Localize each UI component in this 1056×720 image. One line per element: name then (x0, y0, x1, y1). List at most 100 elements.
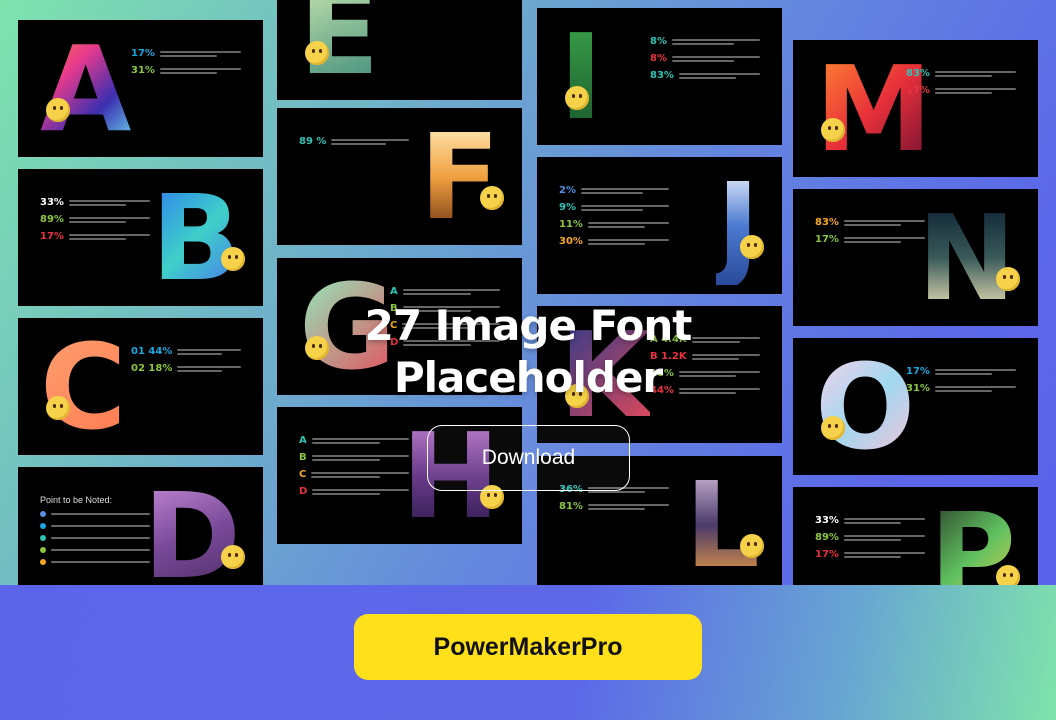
emoji-icon (480, 186, 504, 210)
stat-row: A (390, 286, 500, 297)
stat-value: 01 44% (131, 346, 173, 357)
bullet-row (40, 547, 150, 553)
placeholder-text (311, 454, 409, 461)
placeholder-text (934, 385, 1016, 392)
slide-stats: 17% 31% (906, 366, 1016, 394)
powermakerpro-button[interactable]: PowerMakerPro (354, 614, 702, 680)
stat-row: 89 % (299, 136, 409, 147)
stat-row: B (299, 452, 409, 463)
stat-row: 81% (559, 501, 669, 512)
bullet-dot (40, 547, 46, 553)
stat-row: 02 18% (131, 363, 241, 374)
bullet-dot (40, 511, 46, 517)
placeholder-text (587, 503, 669, 510)
slide-stats: % (390, 0, 500, 2)
slide-stats: 33% 89% 17% (815, 515, 925, 560)
stat-row: 83% (815, 217, 925, 228)
stat-row: 17% (815, 549, 925, 560)
download-button[interactable]: Download (427, 425, 630, 491)
emoji-icon (740, 534, 764, 558)
placeholder-text (580, 204, 669, 211)
stat-row: 17% (815, 234, 925, 245)
emoji-icon (221, 247, 245, 271)
stat-value: 89 % (299, 136, 327, 147)
slide-stats: ABCD (299, 435, 409, 497)
stat-value: 17% (815, 234, 839, 245)
stat-value: 31% (131, 65, 155, 76)
bullet-dot (40, 559, 46, 565)
image-font-letter: D (143, 467, 241, 604)
image-font-letter: N (917, 189, 1016, 326)
slide-heading: Point to be Noted: (40, 495, 113, 505)
stat-value: C (299, 469, 307, 480)
stat-value: 2% (559, 185, 576, 196)
slide-thumbnail-a[interactable]: A 17% 31% (18, 20, 263, 157)
stat-value: 17% (906, 85, 930, 96)
slide-thumbnail-b[interactable]: B 33% 89% 17% (18, 169, 263, 306)
stat-row: C (299, 469, 409, 480)
slide-thumbnail-o[interactable]: O 17% 31% (793, 338, 1038, 475)
stat-value: 8% (650, 36, 667, 47)
slide-thumbnail-d[interactable]: D Point to be Noted: (18, 467, 263, 604)
image-font-letter: B (151, 169, 241, 306)
stat-value: B (299, 452, 307, 463)
bullet-row (40, 535, 150, 541)
emoji-icon (996, 267, 1020, 291)
hero-title-line-1: 27 Image Font (364, 301, 693, 350)
placeholder-text (177, 348, 241, 355)
placeholder-text (311, 437, 409, 444)
stat-row: D (299, 486, 409, 497)
slide-thumbnail-i[interactable]: I 8% 8% 83% (537, 8, 782, 145)
stat-row: 89% (40, 214, 150, 225)
placeholder-text (843, 517, 925, 524)
bullet-dot (40, 535, 46, 541)
placeholder-text (177, 365, 241, 372)
slide-thumbnail-j[interactable]: J 2% 9% 11% 30% (537, 157, 782, 294)
stat-row: 17% (40, 231, 150, 242)
placeholder-text (51, 525, 150, 527)
stat-row: 83% (906, 68, 1016, 79)
placeholder-text (934, 87, 1016, 94)
stat-value: 11% (559, 219, 583, 230)
stat-row: 31% (131, 65, 241, 76)
slide-stats: 33% 89% 17% (40, 197, 150, 242)
slide-thumbnail-n[interactable]: N 83% 17% (793, 189, 1038, 326)
stat-row: 8% (650, 53, 760, 64)
slide-stats: 2% 9% 11% 30% (559, 185, 669, 247)
placeholder-text (580, 187, 669, 194)
placeholder-text (312, 488, 409, 495)
stat-row: 33% (815, 515, 925, 526)
stat-row: 8% (650, 36, 760, 47)
bullet-row (40, 559, 150, 565)
stat-value: 33% (815, 515, 839, 526)
slide-thumbnail-f[interactable]: F 89 % (277, 108, 522, 245)
placeholder-text (671, 55, 760, 62)
slide-thumbnail-e[interactable]: E% (277, 0, 522, 100)
placeholder-text (934, 368, 1016, 375)
stat-value: A (390, 286, 398, 297)
placeholder-text (159, 67, 241, 74)
emoji-icon (46, 98, 70, 122)
placeholder-text (587, 238, 669, 245)
slide-thumbnail-m[interactable]: M 83% 17% (793, 40, 1038, 177)
image-font-letter: I (559, 8, 603, 145)
stat-value: % (390, 0, 400, 2)
bullet-dot (40, 523, 46, 529)
placeholder-text (68, 216, 150, 223)
stat-value: 33% (40, 197, 64, 208)
placeholder-text (68, 233, 150, 240)
placeholder-text (587, 221, 669, 228)
placeholder-text (934, 70, 1016, 77)
stat-value: 30% (559, 236, 583, 247)
placeholder-text (159, 50, 241, 57)
stat-row: % (390, 0, 500, 2)
image-font-letter: O (815, 338, 916, 475)
emoji-icon (740, 235, 764, 259)
stat-row: A (299, 435, 409, 446)
stat-row: 9% (559, 202, 669, 213)
stat-row: 89% (815, 532, 925, 543)
stat-value: 17% (40, 231, 64, 242)
slide-thumbnail-c[interactable]: C 01 44% 02 18% (18, 318, 263, 455)
image-font-letter: F (419, 108, 500, 245)
stat-value: 83% (650, 70, 674, 81)
